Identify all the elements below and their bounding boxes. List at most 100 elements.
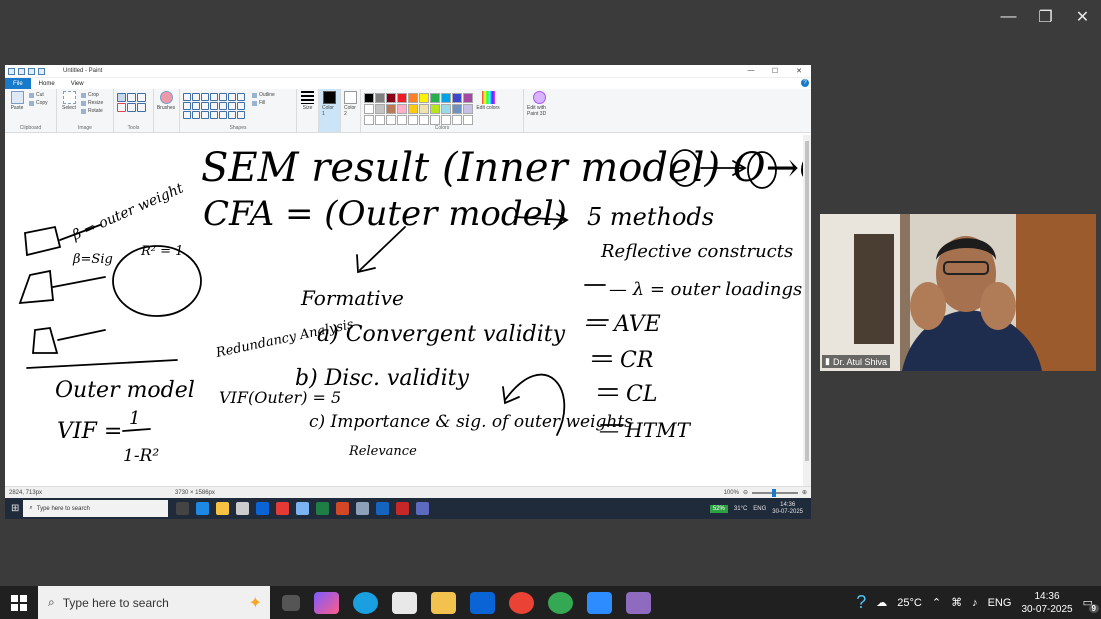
palette-swatch[interactable] bbox=[408, 115, 418, 125]
palette-swatch[interactable] bbox=[364, 93, 374, 103]
palette-swatch[interactable] bbox=[408, 104, 418, 114]
edge-browser-icon[interactable] bbox=[353, 591, 378, 614]
palette-swatch[interactable] bbox=[386, 93, 396, 103]
taskbar-clock[interactable]: 14:36 30-07-2025 bbox=[1021, 590, 1072, 616]
palette-swatch[interactable] bbox=[452, 104, 462, 114]
edit-with-paint3d-button[interactable]: Edit with Paint 3D bbox=[527, 91, 551, 130]
palette-swatch[interactable] bbox=[452, 115, 462, 125]
shared-lang: ENG bbox=[753, 505, 767, 512]
app-window-icon[interactable] bbox=[626, 591, 651, 614]
taskbar-search-box[interactable]: ⌕ Type here to search ✦ bbox=[38, 586, 270, 619]
eraser-icon[interactable] bbox=[117, 103, 126, 112]
magnifier-icon[interactable] bbox=[137, 103, 146, 112]
zoom-slider[interactable] bbox=[751, 488, 798, 497]
palette-swatch[interactable] bbox=[386, 115, 396, 125]
shapes-group-label: Shapes bbox=[229, 125, 247, 131]
meeting-restore-button[interactable]: ❐ bbox=[1027, 0, 1064, 34]
size-group: Size bbox=[297, 89, 319, 132]
palette-swatch[interactable] bbox=[441, 115, 451, 125]
tab-file[interactable]: File bbox=[5, 78, 31, 89]
chrome-profile-icon[interactable] bbox=[548, 591, 573, 614]
palette-swatch[interactable] bbox=[397, 104, 407, 114]
rotate-button[interactable]: Rotate bbox=[81, 108, 103, 114]
brushes-button[interactable]: Brushes bbox=[157, 91, 175, 130]
pencil-icon[interactable] bbox=[117, 93, 126, 102]
redo-icon[interactable] bbox=[38, 67, 45, 75]
help-tray-icon[interactable]: ? bbox=[856, 592, 866, 613]
paint-close-button[interactable]: ✕ bbox=[787, 67, 811, 75]
chevron-up-icon[interactable]: ⌃ bbox=[932, 596, 941, 609]
vertical-scrollbar[interactable] bbox=[803, 135, 811, 519]
outline-icon bbox=[252, 92, 257, 98]
text-icon[interactable] bbox=[137, 93, 146, 102]
copilot-icon[interactable] bbox=[314, 591, 339, 614]
copy-icon bbox=[29, 100, 34, 106]
chrome-browser-icon[interactable] bbox=[509, 591, 534, 614]
palette-swatch[interactable] bbox=[441, 93, 451, 103]
help-icon[interactable]: ? bbox=[801, 79, 809, 87]
color2-selector[interactable]: Color 2 bbox=[341, 89, 361, 132]
file-explorer-icon[interactable] bbox=[431, 591, 456, 614]
start-button[interactable] bbox=[0, 586, 38, 619]
fill-icon[interactable] bbox=[127, 93, 136, 102]
tab-view[interactable]: View bbox=[63, 78, 92, 89]
palette-swatch[interactable] bbox=[364, 104, 374, 114]
task-view-icon bbox=[176, 502, 190, 515]
palette-swatch[interactable] bbox=[463, 93, 473, 103]
outline-button[interactable]: Outline bbox=[252, 92, 275, 98]
palette-swatch[interactable] bbox=[441, 104, 451, 114]
palette-swatch[interactable] bbox=[463, 115, 473, 125]
task-view-button[interactable] bbox=[282, 594, 300, 611]
undo-icon[interactable] bbox=[28, 67, 35, 75]
snip-icon bbox=[296, 502, 310, 515]
paint-minimize-button[interactable]: — bbox=[739, 67, 763, 75]
palette-swatch[interactable] bbox=[375, 93, 385, 103]
palette-swatch[interactable] bbox=[430, 115, 440, 125]
presenter-name-tag: ▮ Dr. Atul Shiva bbox=[822, 355, 890, 368]
palette-swatch[interactable] bbox=[419, 115, 429, 125]
taskbar-lang[interactable]: ENG bbox=[988, 597, 1012, 609]
color-picker-icon[interactable] bbox=[127, 103, 136, 112]
palette-swatch[interactable] bbox=[386, 104, 396, 114]
drawing-canvas[interactable]: SEM result (Inner model) O→O CFA = (Oute… bbox=[5, 135, 811, 519]
meeting-minimize-button[interactable]: — bbox=[990, 0, 1027, 34]
meeting-close-button[interactable]: ✕ bbox=[1064, 0, 1101, 34]
ribbon-tabs: File Home View ? bbox=[5, 78, 811, 89]
palette-swatch[interactable] bbox=[419, 93, 429, 103]
paint-titlebar: Untitled - Paint — ☐ ✕ bbox=[5, 65, 811, 78]
notification-icon[interactable]: ▭ 9 bbox=[1083, 596, 1099, 613]
palette-swatch[interactable] bbox=[430, 104, 440, 114]
palette-swatch[interactable] bbox=[375, 104, 385, 114]
copy-button[interactable]: Copy bbox=[29, 100, 48, 106]
palette-swatch[interactable] bbox=[419, 104, 429, 114]
palette-swatch[interactable] bbox=[397, 115, 407, 125]
outlook-icon[interactable] bbox=[470, 591, 495, 614]
fill-button[interactable]: Fill bbox=[252, 100, 275, 106]
meeting-app-icon bbox=[376, 502, 390, 515]
cut-button[interactable]: Cut bbox=[29, 92, 48, 98]
meeting-window-controls: — ❐ ✕ bbox=[990, 0, 1101, 34]
volume-icon[interactable]: ♪ bbox=[972, 597, 978, 609]
palette-swatch[interactable] bbox=[364, 115, 374, 125]
palette-swatch[interactable] bbox=[430, 93, 440, 103]
zoom-icon[interactable] bbox=[587, 591, 612, 614]
microsoft-store-icon[interactable] bbox=[392, 591, 417, 614]
color1-selector[interactable]: Color 1 bbox=[319, 89, 341, 132]
save-icon[interactable] bbox=[18, 67, 25, 75]
zoom-slider-thumb[interactable] bbox=[771, 488, 776, 497]
palette-swatch[interactable] bbox=[375, 115, 385, 125]
zoom-out-button[interactable]: ⊖ bbox=[743, 489, 748, 496]
paint-maximize-button[interactable]: ☐ bbox=[763, 67, 787, 75]
zoom-in-button[interactable]: ⊕ bbox=[802, 489, 807, 496]
palette-swatch[interactable] bbox=[408, 93, 418, 103]
network-icon[interactable]: ⌘ bbox=[951, 596, 962, 609]
palette-swatch[interactable] bbox=[397, 93, 407, 103]
tab-home[interactable]: Home bbox=[31, 78, 63, 89]
crop-button[interactable]: Crop bbox=[81, 92, 103, 98]
palette-swatch[interactable] bbox=[452, 93, 462, 103]
vertical-scroll-thumb[interactable] bbox=[805, 141, 809, 461]
size-button[interactable]: Size bbox=[300, 91, 315, 130]
acrobat-icon bbox=[396, 502, 410, 515]
resize-button[interactable]: Resize bbox=[81, 100, 103, 106]
palette-swatch[interactable] bbox=[463, 104, 473, 114]
